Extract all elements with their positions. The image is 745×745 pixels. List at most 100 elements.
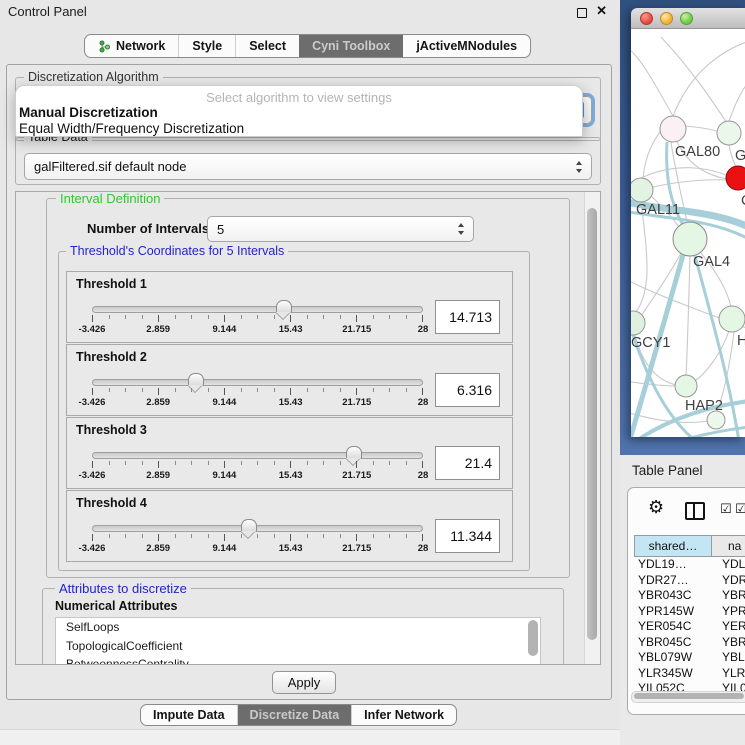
node-hap2[interactable]: [675, 375, 697, 397]
table-body: YDL19…YDL1YDR27…YDR2YBR043CYBR0YPR145WYP…: [634, 557, 745, 697]
node-top-right[interactable]: [717, 121, 741, 145]
threshold-slider[interactable]: -3.4262.8599.14415.4321.71528: [92, 375, 423, 413]
threshold-slider[interactable]: -3.4262.8599.14415.4321.71528: [92, 448, 423, 486]
checkbox-icon[interactable]: ☑: [735, 502, 745, 517]
tab-discretize-data[interactable]: Discretize Data: [237, 705, 352, 725]
slider-track[interactable]: [92, 379, 423, 386]
node-red-selected[interactable]: [726, 166, 745, 190]
float-window-icon[interactable]: [577, 8, 587, 18]
column-header-shared-name[interactable]: shared…: [635, 536, 712, 556]
apply-button[interactable]: Apply: [272, 671, 336, 694]
tick-mark: [389, 461, 390, 465]
slider-thumb[interactable]: [241, 519, 257, 532]
tick-mark: [142, 388, 143, 392]
tick-mark: [175, 534, 176, 538]
tick-mark: [422, 461, 423, 468]
tick-mark: [142, 461, 143, 465]
tick-mark: [373, 461, 374, 465]
threshold-value-field[interactable]: 14.713: [435, 300, 500, 334]
dropdown-option-manual[interactable]: Manual Discretization: [16, 105, 582, 121]
node-h[interactable]: [719, 306, 745, 332]
threshold-slider[interactable]: -3.4262.8599.14415.4321.71528: [92, 521, 423, 559]
table-row[interactable]: YDR27…YDR2: [634, 573, 745, 589]
dropdown-option-equal-width[interactable]: Equal Width/Frequency Discretization: [16, 121, 582, 137]
column-header-name[interactable]: na: [712, 536, 745, 556]
network-canvas[interactable]: GAL80 G. C GAL11 GAL4 GCY1 H HAP2: [631, 29, 745, 437]
threshold-value-field[interactable]: 21.4: [435, 446, 500, 480]
tick-mark: [356, 315, 357, 322]
table-header-row: shared… na: [634, 535, 745, 557]
table-data-combobox[interactable]: galFiltered.sif default node: [24, 153, 592, 180]
slider-thumb[interactable]: [346, 446, 362, 459]
tick-mark: [175, 388, 176, 392]
tick-mark: [323, 534, 324, 538]
table-scrollbar-thumb[interactable]: [634, 693, 744, 699]
slider-track[interactable]: [92, 525, 423, 532]
close-traffic-light-icon[interactable]: [640, 12, 653, 25]
slider-track[interactable]: [92, 306, 423, 313]
node-gal11[interactable]: [631, 178, 653, 202]
threshold-slider[interactable]: -3.4262.8599.14415.4321.71528: [92, 302, 423, 340]
network-window-titlebar[interactable]: [631, 8, 745, 29]
table-cell-shared-name: YDR27…: [634, 573, 715, 589]
tick-mark: [241, 461, 242, 465]
tick-mark: [191, 461, 192, 465]
tick-mark: [389, 534, 390, 538]
close-window-icon[interactable]: ✕: [596, 3, 607, 19]
tab-jactivemnodules[interactable]: jActiveMNodules: [403, 35, 530, 57]
tick-mark: [257, 315, 258, 319]
list-scrollbar-thumb[interactable]: [528, 620, 538, 656]
number-of-intervals-combobox[interactable]: 5: [207, 216, 474, 242]
stepper-icon[interactable]: [575, 161, 584, 173]
minimize-traffic-light-icon[interactable]: [660, 12, 673, 25]
split-columns-icon[interactable]: [685, 502, 705, 520]
table-row[interactable]: YDL19…YDL1: [634, 557, 745, 573]
tick-mark: [158, 388, 159, 395]
tab-style[interactable]: Style: [178, 35, 235, 57]
threshold-value-field[interactable]: 11.344: [435, 519, 500, 553]
stepper-icon[interactable]: [457, 223, 466, 235]
slider-scale-labels: -3.4262.8599.14415.4321.71528: [92, 397, 423, 409]
threshold-value-field[interactable]: 6.316: [435, 373, 500, 407]
table-row[interactable]: YBR043CYBR0: [634, 588, 745, 604]
scale-tick-label: -3.426: [79, 470, 106, 481]
tab-infer-network[interactable]: Infer Network: [351, 705, 456, 725]
zoom-traffic-light-icon[interactable]: [680, 12, 693, 25]
table-data-group: Table Data galFiltered.sif default node: [15, 137, 601, 185]
tick-mark: [406, 388, 407, 392]
tick-mark: [191, 388, 192, 392]
panel-scrollbar[interactable]: [584, 192, 600, 664]
node-table: shared… na YDL19…YDL1YDR27…YDR2YBR043CYB…: [634, 535, 745, 697]
tick-mark: [92, 388, 93, 395]
table-row[interactable]: YBL079WYBL0: [634, 650, 745, 666]
tick-mark: [158, 315, 159, 322]
tab-impute-data[interactable]: Impute Data: [141, 705, 237, 725]
table-row[interactable]: YBR045CYBR0: [634, 635, 745, 651]
tab-network[interactable]: Network: [85, 35, 178, 57]
node-gcy1[interactable]: [631, 311, 645, 335]
gear-icon[interactable]: ⚙: [648, 497, 664, 518]
table-horizontal-scrollbar[interactable]: [631, 691, 745, 703]
tab-select[interactable]: Select: [235, 35, 299, 57]
table-row[interactable]: YLR345WYLR3: [634, 666, 745, 682]
tick-mark: [224, 315, 225, 322]
panel-scrollbar-thumb[interactable]: [587, 208, 597, 640]
node-gal80[interactable]: [660, 116, 686, 142]
table-row[interactable]: YER054CYER0: [634, 619, 745, 635]
attribute-list-item[interactable]: SelfLoops: [56, 618, 540, 637]
tab-cyni-toolbox[interactable]: Cyni Toolbox: [299, 35, 403, 57]
attribute-list-item[interactable]: BetweennessCentrality: [56, 655, 540, 665]
node-gal4[interactable]: [673, 222, 707, 256]
checkbox-icon[interactable]: ☑: [720, 502, 732, 517]
slider-thumb[interactable]: [188, 373, 204, 386]
attribute-list-item[interactable]: TopologicalCoefficient: [56, 637, 540, 656]
table-row[interactable]: YPR145WYPR1: [634, 604, 745, 620]
slider-thumb[interactable]: [276, 300, 292, 313]
network-graph[interactable]: GAL80 G. C GAL11 GAL4 GCY1 H HAP2: [631, 29, 745, 437]
numerical-attributes-list[interactable]: SelfLoopsTopologicalCoefficientBetweenne…: [55, 617, 541, 665]
slider-scale-labels: -3.4262.8599.14415.4321.71528: [92, 470, 423, 482]
tick-mark: [406, 534, 407, 538]
scale-tick-label: 9.144: [213, 543, 237, 554]
tick-mark: [422, 315, 423, 322]
slider-track[interactable]: [92, 452, 423, 459]
